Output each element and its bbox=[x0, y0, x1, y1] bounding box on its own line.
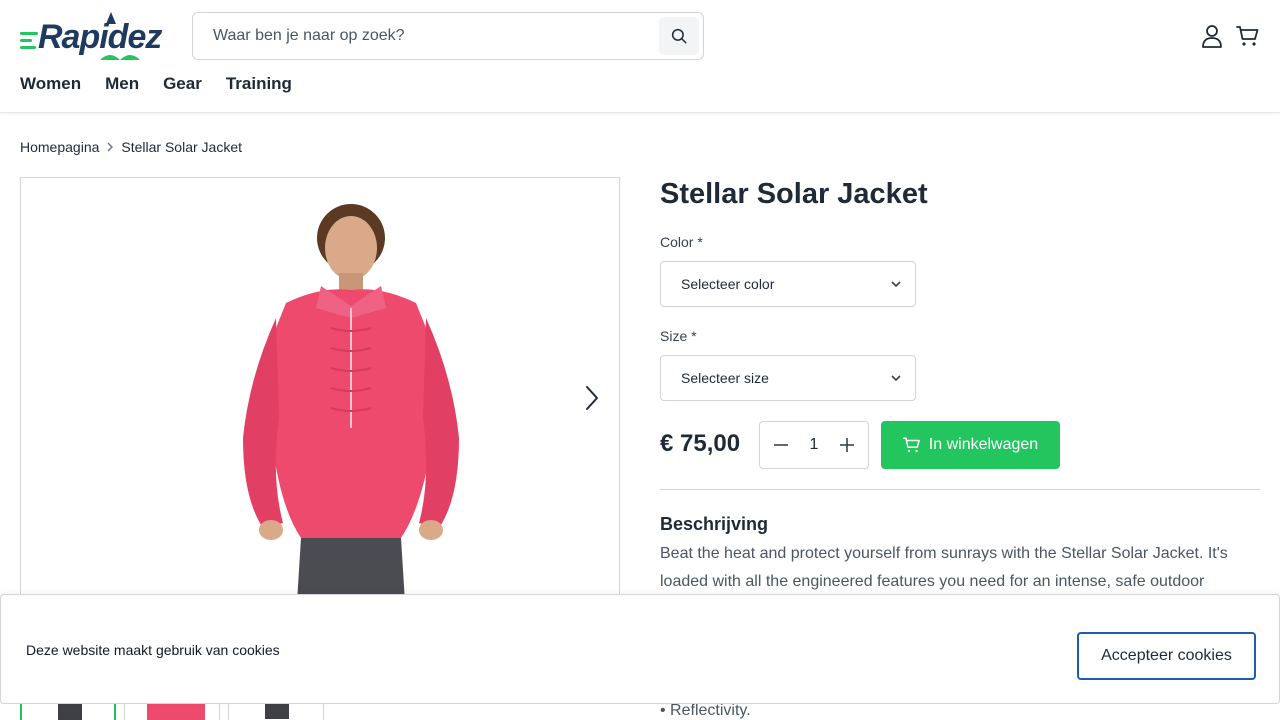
thumbnail-image bbox=[58, 702, 82, 720]
breadcrumb-home[interactable]: Homepagina bbox=[20, 139, 99, 155]
quantity-increase-button[interactable] bbox=[836, 434, 858, 456]
add-to-cart-button[interactable]: In winkelwagen bbox=[881, 421, 1060, 469]
nav-item-men[interactable]: Men bbox=[105, 74, 139, 94]
nav-item-women[interactable]: Women bbox=[20, 74, 81, 94]
header-actions bbox=[1200, 22, 1260, 50]
product-price: € 75,00 bbox=[660, 430, 741, 457]
plus-icon bbox=[840, 438, 854, 452]
quantity-decrease-button[interactable] bbox=[770, 434, 792, 456]
add-to-cart-label: In winkelwagen bbox=[928, 436, 1039, 453]
nav-item-gear[interactable]: Gear bbox=[163, 74, 202, 94]
product-gallery[interactable] bbox=[20, 177, 620, 617]
cart-icon bbox=[902, 437, 920, 453]
user-icon bbox=[1202, 25, 1222, 48]
cookie-banner: Deze website maakt gebruik van cookies A… bbox=[0, 594, 1280, 704]
main-nav: Women Men Gear Training bbox=[20, 74, 292, 94]
search-button[interactable] bbox=[659, 17, 699, 55]
product-image bbox=[243, 204, 459, 616]
quantity-stepper bbox=[759, 421, 869, 469]
search-icon bbox=[671, 28, 687, 44]
breadcrumb: Homepagina Stellar Solar Jacket bbox=[20, 139, 242, 155]
minus-icon bbox=[774, 444, 788, 446]
quantity-input[interactable] bbox=[799, 436, 829, 454]
chevron-right-icon bbox=[586, 386, 598, 410]
cart-icon bbox=[1236, 26, 1259, 46]
chevron-down-icon bbox=[891, 375, 901, 382]
breadcrumb-current: Stellar Solar Jacket bbox=[121, 139, 242, 155]
color-select[interactable]: Selecteer color bbox=[660, 261, 916, 307]
search-input[interactable] bbox=[213, 13, 643, 59]
logo-speed-lines bbox=[20, 32, 38, 53]
size-select-value: Selecteer size bbox=[681, 370, 769, 386]
product-title: Stellar Solar Jacket bbox=[660, 178, 928, 210]
size-label: Size * bbox=[660, 328, 697, 344]
size-select[interactable]: Selecteer size bbox=[660, 355, 916, 401]
account-button[interactable] bbox=[1200, 22, 1224, 50]
chevron-down-icon bbox=[891, 281, 901, 288]
color-label: Color * bbox=[660, 234, 703, 250]
color-select-value: Selecteer color bbox=[681, 276, 775, 292]
divider bbox=[660, 489, 1260, 490]
logo[interactable]: Rapidez bbox=[20, 12, 170, 60]
description-bullet: • Reflectivity. bbox=[660, 702, 751, 719]
site-header: Rapidez Waar ben je naar op zoek? Women … bbox=[0, 0, 1280, 113]
nav-item-training[interactable]: Training bbox=[226, 74, 292, 94]
description-text: Beat the heat and protect yourself from … bbox=[660, 545, 1228, 590]
gallery-next-button[interactable] bbox=[580, 385, 604, 411]
chevron-right-icon bbox=[107, 142, 114, 152]
description-title: Beschrijving bbox=[660, 514, 769, 534]
search-bar bbox=[192, 12, 704, 60]
cookie-message: Deze website maakt gebruik van cookies bbox=[26, 642, 280, 658]
logo-hills-icon bbox=[100, 55, 140, 60]
logo-tree-icon bbox=[106, 12, 116, 24]
cart-button[interactable] bbox=[1236, 22, 1260, 50]
accept-cookies-button[interactable]: Accepteer cookies bbox=[1077, 632, 1256, 680]
